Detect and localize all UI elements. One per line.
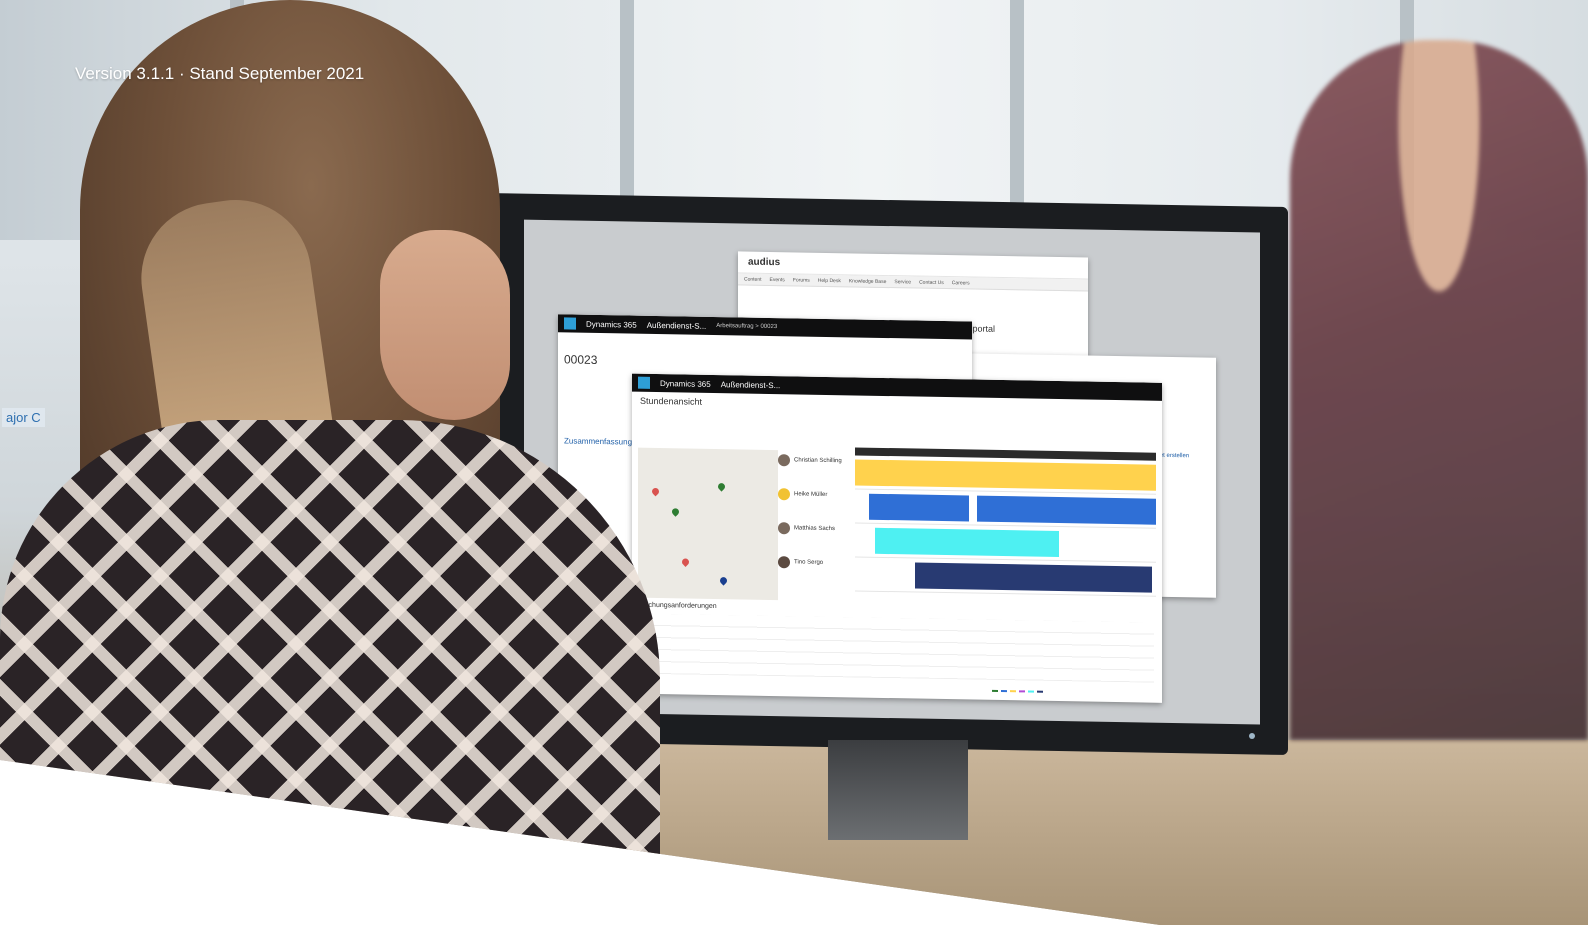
office-photo: ajor C audius Content Events Forums Help… xyxy=(0,0,1588,925)
resource-row[interactable]: Matthias Sachs xyxy=(778,522,848,535)
gantt-row xyxy=(855,489,1156,529)
map-pin-icon[interactable] xyxy=(718,575,729,586)
resource-name: Heike Müller xyxy=(794,491,828,498)
app-name: Dynamics 365 xyxy=(660,378,711,389)
gantt-row xyxy=(855,455,1156,495)
woman-foreground xyxy=(0,0,660,925)
avatar xyxy=(778,522,790,535)
schedule-window: Dynamics 365 Außendienst-S... Stundenans… xyxy=(632,373,1162,703)
map-pin-icon[interactable] xyxy=(716,481,727,492)
booking-block[interactable] xyxy=(875,527,1059,558)
booking-block[interactable] xyxy=(869,493,969,522)
legend-swatch xyxy=(1037,690,1043,693)
resource-name: Matthias Sachs xyxy=(794,525,836,533)
breadcrumb: Arbeitsauftrag > 00023 xyxy=(716,323,778,331)
module-name[interactable]: Außendienst-S... xyxy=(721,380,781,390)
portal-nav-item[interactable]: Knowledge Base xyxy=(849,278,887,285)
resource-row[interactable]: Christian Schilling xyxy=(778,454,848,467)
gantt-row xyxy=(855,523,1156,563)
resource-name: Christian Schilling xyxy=(794,457,842,465)
legend-swatch xyxy=(1028,690,1034,693)
portal-nav-item[interactable]: Events xyxy=(770,276,785,282)
booking-block[interactable] xyxy=(915,562,1152,593)
resource-name: Tino Sergo xyxy=(794,559,824,566)
avatar xyxy=(778,488,790,501)
legend-swatch xyxy=(992,689,998,692)
portal-nav-item[interactable]: Contact Us xyxy=(919,279,944,285)
portal-nav-item[interactable]: Help Desk xyxy=(818,277,841,283)
portal-nav-item[interactable]: Content xyxy=(744,276,762,282)
avatar xyxy=(778,556,790,569)
legend-swatch xyxy=(1019,690,1025,693)
desk xyxy=(560,740,1588,925)
map-pin-icon[interactable] xyxy=(680,557,691,567)
booking-block[interactable] xyxy=(855,459,1156,491)
status-legend xyxy=(992,689,1043,693)
map-pin-icon[interactable] xyxy=(670,506,681,517)
face xyxy=(380,230,510,420)
avatar xyxy=(778,454,790,467)
legend-swatch xyxy=(1010,690,1016,693)
legend-swatch xyxy=(1001,690,1007,693)
resource-row[interactable]: Tino Sergo xyxy=(778,556,848,569)
requirements-grid[interactable] xyxy=(640,613,1154,683)
portal-nav-item[interactable]: Careers xyxy=(952,280,970,286)
portal-nav-item[interactable]: Forums xyxy=(793,277,810,283)
booking-block[interactable] xyxy=(977,495,1156,525)
portal-brand: audius xyxy=(748,256,781,269)
version-caption: Version 3.1.1 · Stand September 2021 xyxy=(75,64,365,83)
gantt-row xyxy=(855,557,1156,597)
colleague-background xyxy=(1290,40,1588,740)
patterned-shirt xyxy=(0,420,660,925)
power-indicator-icon xyxy=(1249,733,1255,739)
monitor-stand xyxy=(828,740,968,840)
resource-row[interactable]: Heike Müller xyxy=(778,488,848,501)
portal-nav-item[interactable]: Service xyxy=(894,279,911,285)
